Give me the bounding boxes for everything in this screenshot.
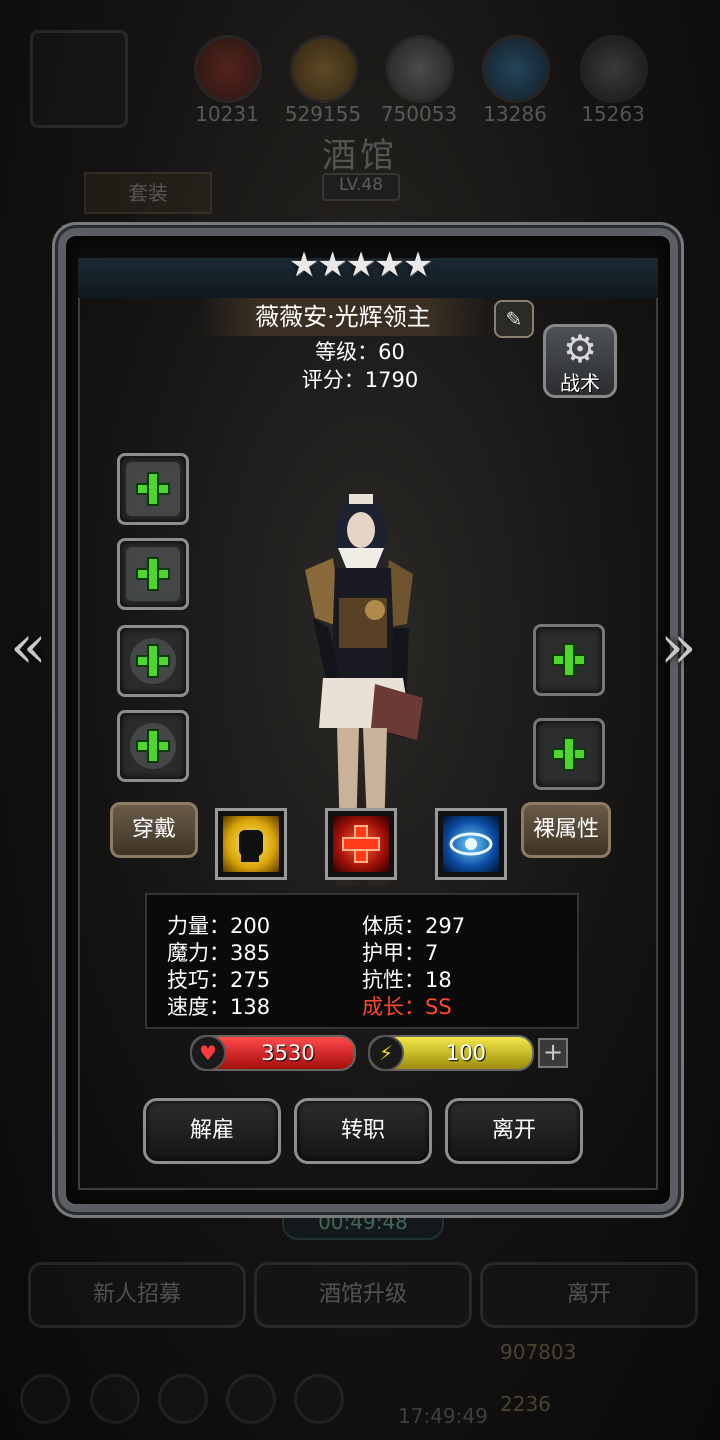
tactics-label: 战术 [560,371,600,395]
dock-icon-2[interactable] [90,1374,140,1424]
hp-bar: ♥ 3530 [190,1035,356,1071]
add-plus-icon [552,643,586,677]
hp-value: 3530 [261,1041,315,1065]
resource-value-3: 750053 [380,102,458,126]
resource-value-4: 13286 [483,102,547,126]
heart-icon: ♥ [190,1035,226,1071]
resource-value-5: 15263 [581,102,645,126]
tavern-title: 酒馆 [322,136,398,176]
dock-icon-1[interactable] [20,1374,70,1424]
resource-icon-1 [194,35,262,103]
skill-slot-2[interactable] [325,808,397,880]
stat-magic: 魔力：385 [167,941,271,965]
red-cross-skill-icon [333,816,389,872]
stat-growth: 成长：SS [362,995,452,1019]
leave-button[interactable]: 离开 [445,1098,583,1164]
next-hero-arrow-icon[interactable]: » [660,612,697,682]
tavern-leave-button[interactable]: 离开 [480,1262,698,1328]
add-plus-icon [136,729,170,763]
energy-value: 100 [445,1041,487,1065]
skill-slot-1[interactable] [215,808,287,880]
add-plus-icon [136,472,170,506]
stat-resist: 抗性：18 [362,968,452,992]
resource-icon-2 [290,35,358,103]
dock-icon-5[interactable] [294,1374,344,1424]
ring-slot-1[interactable] [117,625,189,697]
stat-skill: 技巧：275 [167,968,271,992]
skill-slot-3[interactable] [435,808,507,880]
resource-value-1: 10231 [195,102,259,126]
tavern-upgrade-button[interactable]: 酒馆升级 [254,1262,472,1328]
energy-bar: ⚡ 100 [368,1035,534,1071]
resource-value-2: 529155 [284,102,362,126]
dock-icon-3[interactable] [158,1374,208,1424]
resource-icon-3 [386,35,454,103]
resource-icon-4 [482,35,550,103]
hero-name: 薇薇安·光辉领主 [198,298,488,336]
transfer-job-button[interactable]: 转职 [294,1098,432,1164]
resource-bar: 10231 529155 750053 13286 15263 [0,30,720,128]
add-plus-icon [136,557,170,591]
weapon-slot[interactable] [117,453,189,525]
gem-amount: 2236 [500,1392,551,1416]
lightning-icon: ⚡ [368,1035,404,1071]
stat-speed: 速度：138 [167,995,271,1019]
recruit-button[interactable]: 新人招募 [28,1262,246,1328]
clock: 17:49:49 [398,1404,488,1428]
hero-star-rating: ★★★★★ [288,245,433,285]
accessory-slot-1[interactable] [533,624,605,696]
fist-skill-icon [223,816,279,872]
previous-hero-arrow-icon[interactable]: « [10,612,47,682]
gear-icon: ⚙ [562,327,598,371]
armor-slot[interactable] [117,538,189,610]
wear-button[interactable]: 穿戴 [110,802,198,858]
tactics-button[interactable]: ⚙ 战术 [543,324,617,398]
player-avatar[interactable] [30,30,128,128]
dismiss-button[interactable]: 解雇 [143,1098,281,1164]
stat-strength: 力量：200 [167,914,271,938]
rename-button[interactable]: ✎ [494,300,534,338]
add-plus-icon [136,644,170,678]
resource-icon-5 [580,35,648,103]
tavern-level: LV.48 [322,173,400,201]
set-tab[interactable]: 套装 [84,172,212,214]
gold-amount: 907803 [500,1340,577,1364]
add-plus-icon [552,737,586,771]
pencil-icon: ✎ [505,307,523,331]
bare-attribute-button[interactable]: 裸属性 [521,802,611,858]
stat-armor: 护甲：7 [362,941,439,965]
blue-eye-skill-icon [443,816,499,872]
accessory-slot-2[interactable] [533,718,605,790]
add-energy-button[interactable]: + [538,1038,568,1068]
ring-slot-2[interactable] [117,710,189,782]
dock-icon-4[interactable] [226,1374,276,1424]
stat-constitution: 体质：297 [362,914,466,938]
